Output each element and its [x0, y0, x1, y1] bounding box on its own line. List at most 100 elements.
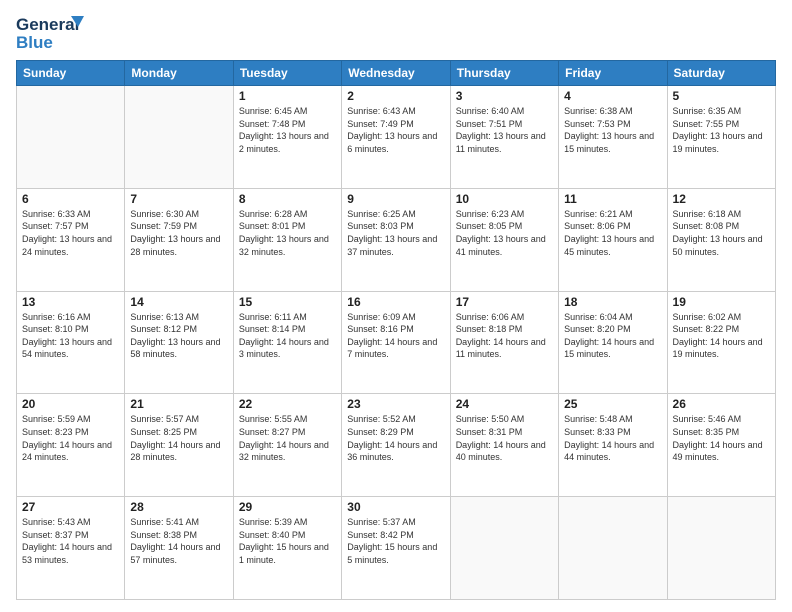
day-info: Sunrise: 6:21 AMSunset: 8:06 PMDaylight:… — [564, 208, 661, 258]
page: GeneralBlue SundayMondayTuesdayWednesday… — [0, 0, 792, 612]
table-cell: 18Sunrise: 6:04 AMSunset: 8:20 PMDayligh… — [559, 291, 667, 394]
weekday-header-row: SundayMondayTuesdayWednesdayThursdayFrid… — [17, 61, 776, 86]
weekday-header-sunday: Sunday — [17, 61, 125, 86]
table-cell: 28 Sunrise: 5:41 AMSunset: 8:38 PMDayligh… — [125, 497, 233, 600]
table-cell: 14 Sunrise: 6:13 AMSunset: 8:12 PMDayligh… — [125, 291, 233, 394]
day-number: 15 — [239, 295, 336, 309]
table-cell: 6 Sunrise: 6:33 AMSunset: 7:57 PMDaylight… — [17, 188, 125, 291]
logo: GeneralBlue — [16, 12, 86, 52]
day-info: Sunrise: 6:45 AMSunset: 7:48 PMDaylight:… — [239, 105, 336, 155]
day-info: Sunrise: 6:40 AMSunset: 7:51 PMDaylight:… — [456, 105, 553, 155]
day-number: 3 — [456, 89, 553, 103]
table-cell: 23Sunrise: 5:52 AMSunset: 8:29 PMDayligh… — [342, 394, 450, 497]
day-number: 7 — [130, 192, 227, 206]
day-info: Sunrise: 5:39 AMSunset: 8:40 PMDaylight:… — [239, 516, 336, 566]
weekday-header-saturday: Saturday — [667, 61, 775, 86]
day-number: 13 — [22, 295, 119, 309]
weekday-header-monday: Monday — [125, 61, 233, 86]
table-cell: 4 Sunrise: 6:38 AMSunset: 7:53 PMDaylight… — [559, 86, 667, 189]
calendar-table: SundayMondayTuesdayWednesdayThursdayFrid… — [16, 60, 776, 600]
table-cell: 10Sunrise: 6:23 AMSunset: 8:05 PMDayligh… — [450, 188, 558, 291]
week-row-1: 1 Sunrise: 6:45 AMSunset: 7:48 PMDaylight… — [17, 86, 776, 189]
day-number: 16 — [347, 295, 444, 309]
table-cell — [450, 497, 558, 600]
day-info: Sunrise: 6:33 AMSunset: 7:57 PMDaylight:… — [22, 208, 119, 258]
week-row-5: 27 Sunrise: 5:43 AMSunset: 8:37 PMDayligh… — [17, 497, 776, 600]
day-info: Sunrise: 6:16 AMSunset: 8:10 PMDaylight:… — [22, 311, 119, 361]
day-number: 5 — [673, 89, 770, 103]
day-info: Sunrise: 6:02 AMSunset: 8:22 PMDaylight:… — [673, 311, 770, 361]
table-cell: 9 Sunrise: 6:25 AMSunset: 8:03 PMDaylight… — [342, 188, 450, 291]
day-info: Sunrise: 6:04 AMSunset: 8:20 PMDaylight:… — [564, 311, 661, 361]
table-cell: 3 Sunrise: 6:40 AMSunset: 7:51 PMDaylight… — [450, 86, 558, 189]
day-number: 4 — [564, 89, 661, 103]
table-cell — [125, 86, 233, 189]
table-cell: 12 Sunrise: 6:18 AMSunset: 8:08 PMDayligh… — [667, 188, 775, 291]
table-cell: 19 Sunrise: 6:02 AMSunset: 8:22 PMDayligh… — [667, 291, 775, 394]
day-number: 29 — [239, 500, 336, 514]
day-info: Sunrise: 5:46 AMSunset: 8:35 PMDaylight:… — [673, 413, 770, 463]
table-cell: 20 Sunrise: 5:59 AMSunset: 8:23 PMDayligh… — [17, 394, 125, 497]
day-info: Sunrise: 5:55 AMSunset: 8:27 PMDaylight:… — [239, 413, 336, 463]
day-number: 21 — [130, 397, 227, 411]
weekday-header-wednesday: Wednesday — [342, 61, 450, 86]
day-number: 12 — [673, 192, 770, 206]
day-number: 25 — [564, 397, 661, 411]
day-number: 28 — [130, 500, 227, 514]
day-number: 2 — [347, 89, 444, 103]
day-number: 23 — [347, 397, 444, 411]
table-cell: 7 Sunrise: 6:30 AMSunset: 7:59 PMDaylight… — [125, 188, 233, 291]
day-number: 27 — [22, 500, 119, 514]
svg-text:General: General — [16, 15, 79, 34]
table-cell: 1 Sunrise: 6:45 AMSunset: 7:48 PMDaylight… — [233, 86, 341, 189]
table-cell — [17, 86, 125, 189]
day-info: Sunrise: 5:41 AMSunset: 8:38 PMDaylight:… — [130, 516, 227, 566]
table-cell: 8 Sunrise: 6:28 AMSunset: 8:01 PMDaylight… — [233, 188, 341, 291]
day-info: Sunrise: 6:11 AMSunset: 8:14 PMDaylight:… — [239, 311, 336, 361]
table-cell: 21Sunrise: 5:57 AMSunset: 8:25 PMDayligh… — [125, 394, 233, 497]
day-number: 22 — [239, 397, 336, 411]
day-number: 8 — [239, 192, 336, 206]
table-cell: 24Sunrise: 5:50 AMSunset: 8:31 PMDayligh… — [450, 394, 558, 497]
calendar-header: SundayMondayTuesdayWednesdayThursdayFrid… — [17, 61, 776, 86]
day-number: 17 — [456, 295, 553, 309]
table-cell — [559, 497, 667, 600]
svg-text:Blue: Blue — [16, 33, 53, 52]
table-cell: 13 Sunrise: 6:16 AMSunset: 8:10 PMDayligh… — [17, 291, 125, 394]
day-info: Sunrise: 5:59 AMSunset: 8:23 PMDaylight:… — [22, 413, 119, 463]
week-row-4: 20 Sunrise: 5:59 AMSunset: 8:23 PMDayligh… — [17, 394, 776, 497]
day-info: Sunrise: 6:38 AMSunset: 7:53 PMDaylight:… — [564, 105, 661, 155]
weekday-header-tuesday: Tuesday — [233, 61, 341, 86]
day-number: 20 — [22, 397, 119, 411]
table-cell: 25 Sunrise: 5:48 AMSunset: 8:33 PMDayligh… — [559, 394, 667, 497]
day-number: 6 — [22, 192, 119, 206]
day-info: Sunrise: 6:18 AMSunset: 8:08 PMDaylight:… — [673, 208, 770, 258]
day-info: Sunrise: 5:43 AMSunset: 8:37 PMDaylight:… — [22, 516, 119, 566]
day-number: 11 — [564, 192, 661, 206]
table-cell: 27 Sunrise: 5:43 AMSunset: 8:37 PMDayligh… — [17, 497, 125, 600]
table-cell: 29 Sunrise: 5:39 AMSunset: 8:40 PMDayligh… — [233, 497, 341, 600]
calendar-body: 1 Sunrise: 6:45 AMSunset: 7:48 PMDaylight… — [17, 86, 776, 600]
day-number: 9 — [347, 192, 444, 206]
table-cell: 16Sunrise: 6:09 AMSunset: 8:16 PMDayligh… — [342, 291, 450, 394]
day-number: 24 — [456, 397, 553, 411]
day-info: Sunrise: 6:25 AMSunset: 8:03 PMDaylight:… — [347, 208, 444, 258]
day-number: 1 — [239, 89, 336, 103]
day-info: Sunrise: 5:48 AMSunset: 8:33 PMDaylight:… — [564, 413, 661, 463]
week-row-2: 6 Sunrise: 6:33 AMSunset: 7:57 PMDaylight… — [17, 188, 776, 291]
week-row-3: 13 Sunrise: 6:16 AMSunset: 8:10 PMDayligh… — [17, 291, 776, 394]
day-number: 26 — [673, 397, 770, 411]
day-number: 14 — [130, 295, 227, 309]
table-cell: 2Sunrise: 6:43 AMSunset: 7:49 PMDaylight… — [342, 86, 450, 189]
day-info: Sunrise: 6:28 AMSunset: 8:01 PMDaylight:… — [239, 208, 336, 258]
table-cell: 11 Sunrise: 6:21 AMSunset: 8:06 PMDayligh… — [559, 188, 667, 291]
weekday-header-friday: Friday — [559, 61, 667, 86]
table-cell — [667, 497, 775, 600]
day-info: Sunrise: 6:13 AMSunset: 8:12 PMDaylight:… — [130, 311, 227, 361]
day-number: 10 — [456, 192, 553, 206]
day-number: 19 — [673, 295, 770, 309]
table-cell: 26 Sunrise: 5:46 AMSunset: 8:35 PMDayligh… — [667, 394, 775, 497]
weekday-header-thursday: Thursday — [450, 61, 558, 86]
table-cell: 30Sunrise: 5:37 AMSunset: 8:42 PMDayligh… — [342, 497, 450, 600]
day-info: Sunrise: 6:30 AMSunset: 7:59 PMDaylight:… — [130, 208, 227, 258]
